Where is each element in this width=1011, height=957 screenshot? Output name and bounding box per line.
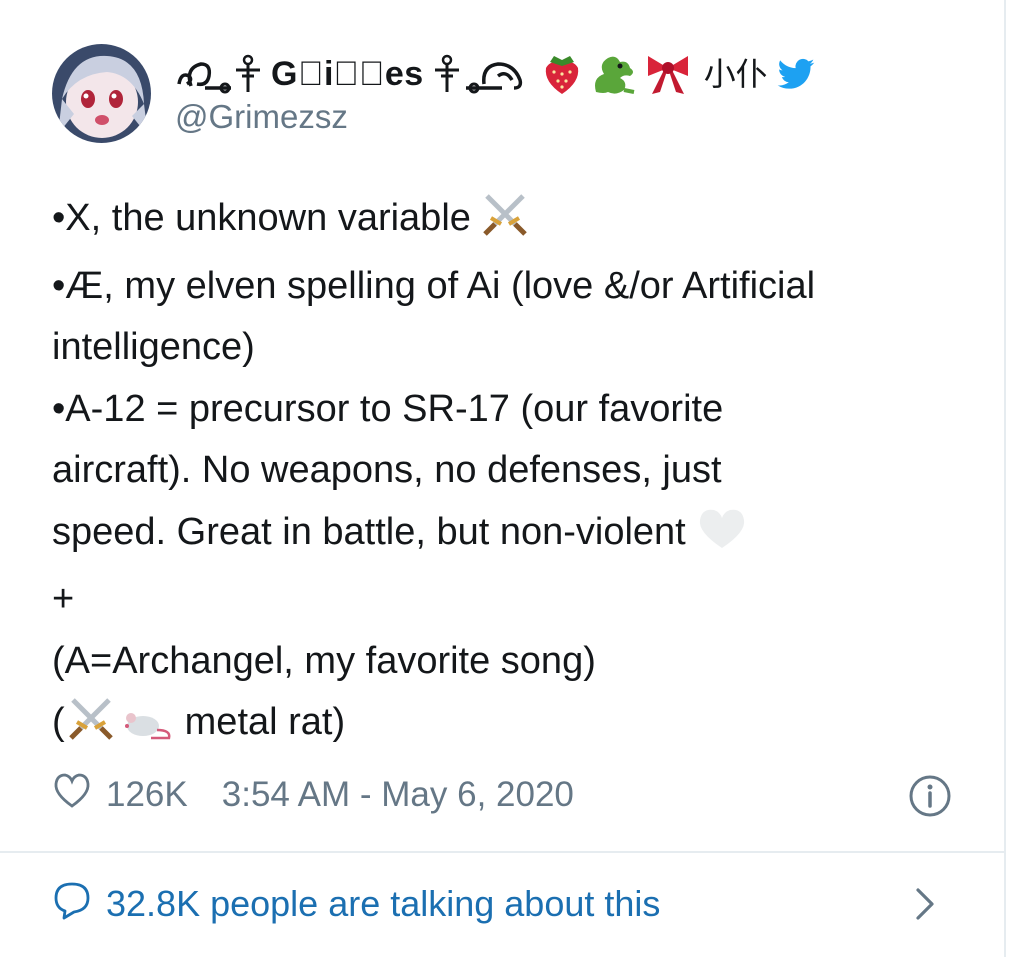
tweet-card: G𝕽i⃝⃝es 小仆 @Grimezsz •X, the unknown var…	[0, 0, 1006, 957]
display-name-suffix: 小仆	[703, 56, 768, 92]
dragon-icon	[594, 56, 635, 94]
tweet-line: •X, the unknown variable	[52, 188, 972, 256]
speech-bubble-icon	[52, 880, 92, 929]
display-name[interactable]: G𝕽i⃝⃝es 小仆	[175, 52, 818, 96]
user-handle[interactable]: @Grimezsz	[175, 98, 818, 136]
talking-count-text: 32.8K people are talking about this	[106, 883, 661, 924]
tweet-timestamp[interactable]: 3:54 AM - May 6, 2020	[222, 775, 574, 815]
ribbon-icon	[647, 56, 688, 94]
tweet-body: •X, the unknown variable •Æ, my elven sp…	[52, 188, 972, 760]
tweet-header: G𝕽i⃝⃝es 小仆 @Grimezsz	[52, 44, 818, 143]
avatar[interactable]	[52, 44, 151, 143]
tweet-line: (A=Archangel, my favorite song)	[52, 639, 596, 682]
chevron-right-icon[interactable]	[904, 884, 944, 924]
tweet-line: +	[52, 578, 75, 620]
tweet-line: •A-12 = precursor to SR-17 (our favorite	[52, 387, 724, 430]
flourish-left-icon	[177, 62, 231, 94]
tweet-line: intelligence)	[52, 326, 255, 368]
cross-ornament-icon	[434, 54, 459, 92]
emoji-row: 小仆	[540, 52, 818, 96]
user-names: G𝕽i⃝⃝es 小仆 @Grimezsz	[175, 52, 818, 136]
crossed-swords-icon	[67, 696, 115, 760]
crossed-swords-icon	[481, 192, 529, 256]
tweet-line: ( metal rat)	[52, 692, 972, 760]
tweet-line: aircraft). No weapons, no defenses, just	[52, 449, 722, 491]
flourish-right-icon	[465, 62, 522, 94]
heart-outline-icon[interactable]	[52, 772, 92, 819]
like-count[interactable]: 126K	[106, 775, 188, 815]
cross-ornament-icon	[236, 54, 260, 92]
tweet-meta: 126K 3:54 AM - May 6, 2020	[52, 770, 952, 820]
info-icon[interactable]	[908, 774, 952, 818]
tweet-line: •Æ, my elven spelling of Ai (love &/or A…	[52, 264, 816, 307]
divider	[0, 851, 1006, 853]
strawberry-icon	[545, 56, 578, 94]
display-name-text: G𝕽i⃝⃝es	[271, 55, 424, 93]
white-heart-icon	[696, 506, 748, 570]
conversation-link[interactable]: 32.8K people are talking about this	[52, 876, 944, 932]
twitter-bird-icon	[777, 58, 815, 89]
rat-icon	[121, 698, 173, 760]
tweet-line: speed. Great in battle, but non-violent	[52, 502, 972, 570]
